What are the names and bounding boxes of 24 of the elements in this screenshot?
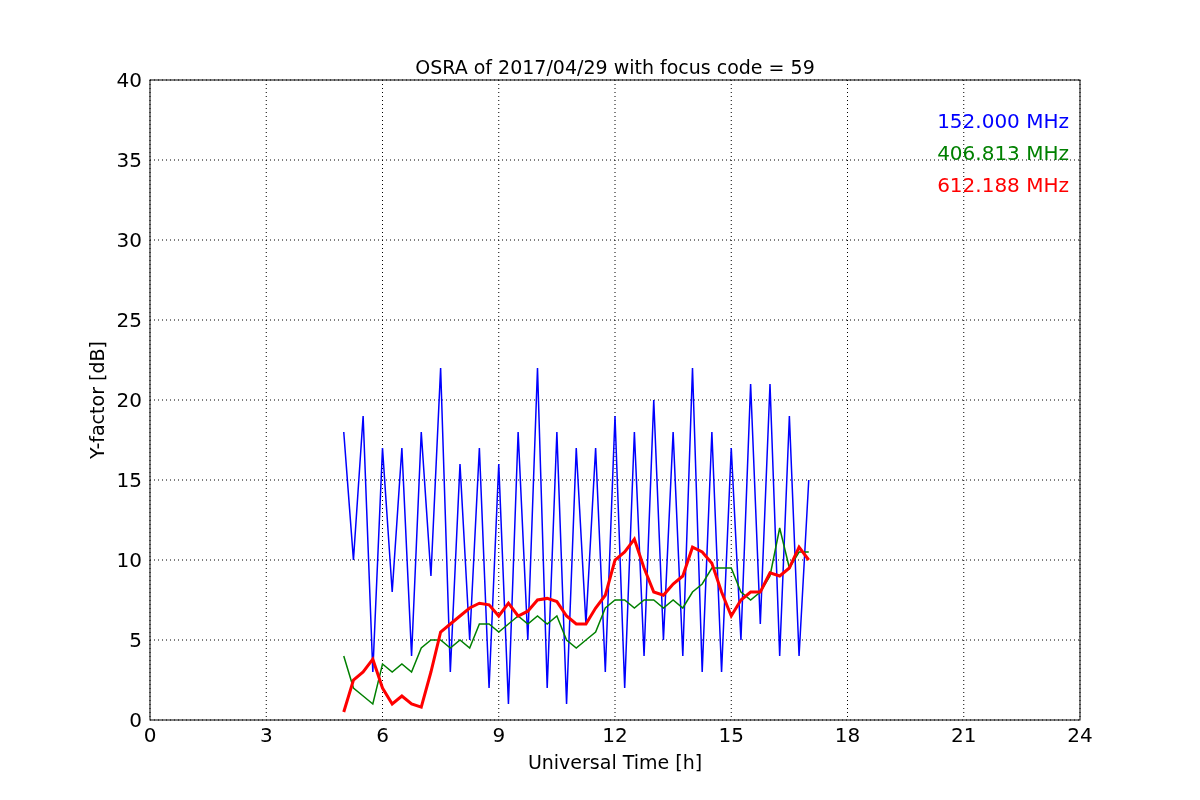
x-tick-label: 18	[834, 723, 861, 747]
y-tick-label: 35	[116, 148, 142, 172]
x-tick-label: 0	[143, 723, 157, 747]
y-tick-label: 20	[116, 388, 142, 412]
x-tick-label: 21	[951, 723, 977, 747]
x-tick-label: 3	[259, 723, 273, 747]
x-tick-label: 15	[718, 723, 744, 747]
y-tick-label: 0	[129, 708, 142, 732]
x-axis-label: Universal Time [h]	[527, 751, 703, 773]
x-tick-label: 12	[602, 723, 628, 747]
y-tick-label: 10	[116, 548, 142, 572]
y-tick-label: 5	[129, 628, 142, 652]
x-tick-label: 9	[492, 723, 506, 747]
legend-label: 152.000 MHz	[937, 109, 1069, 133]
legend-label: 612.188 MHz	[937, 173, 1069, 197]
legend-label: 406.813 MHz	[937, 141, 1069, 165]
x-tick-label: 24	[1067, 723, 1093, 747]
y-tick-label: 25	[116, 308, 142, 332]
chart-title: OSRA of 2017/04/29 with focus code = 59	[415, 56, 815, 78]
y-axis-label: Y-factor [dB]	[86, 341, 108, 459]
y-tick-label: 30	[116, 228, 142, 252]
x-tick-label: 6	[376, 723, 389, 747]
y-tick-label: 40	[116, 68, 142, 92]
y-tick-label: 15	[116, 468, 142, 492]
